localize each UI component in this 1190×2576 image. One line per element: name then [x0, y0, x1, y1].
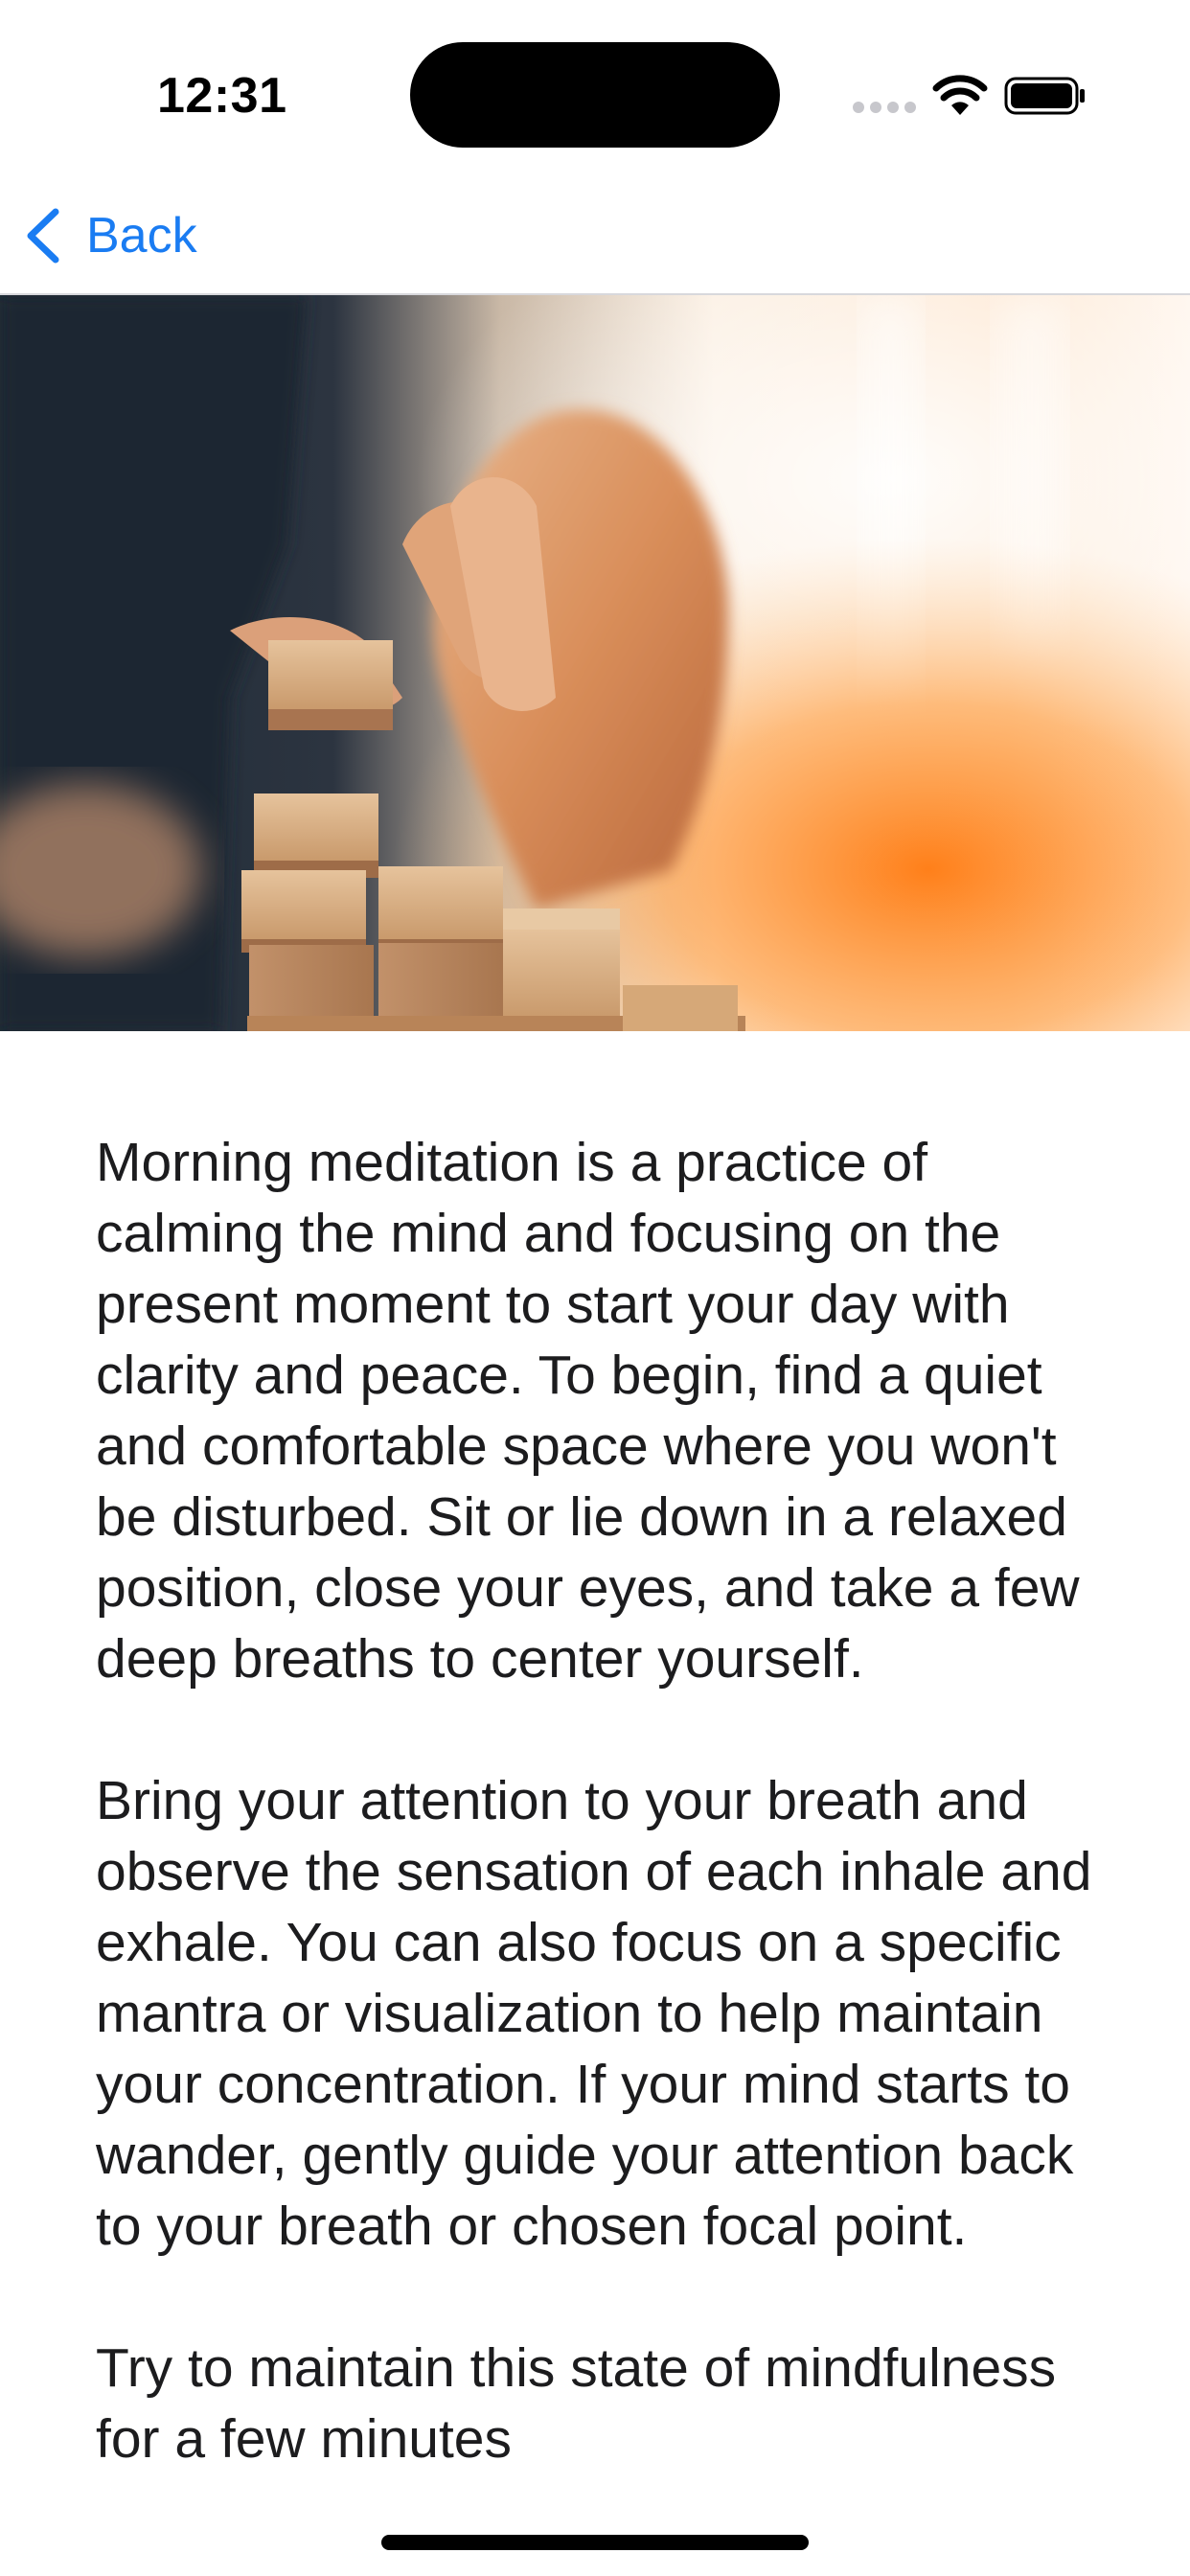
screen: 12:31 Back Morning meditation is a pract…: [0, 0, 1190, 2576]
home-indicator[interactable]: [381, 2535, 809, 2550]
back-label: Back: [86, 208, 197, 264]
chevron-left-icon: [27, 208, 59, 264]
article-paragraph: Bring your attention to your breath and …: [96, 1770, 1092, 2257]
article-paragraph: Morning meditation is a practice of calm…: [96, 1132, 1080, 1690]
status-bar: 12:31: [0, 0, 1190, 182]
wifi-icon: [932, 75, 988, 115]
battery-icon: [1004, 77, 1085, 115]
dynamic-island: [410, 42, 780, 148]
article-body: Morning meditation is a practice of calm…: [96, 1127, 1111, 2545]
navigation-bar: Back: [0, 182, 1190, 295]
cellular-signal-icon: [853, 102, 916, 113]
hero-image: [0, 295, 1190, 1031]
back-button[interactable]: Back: [21, 201, 197, 270]
article-paragraph: Try to maintain this state of mindfulnes…: [96, 2337, 1057, 2470]
status-time: 12:31: [157, 68, 287, 124]
